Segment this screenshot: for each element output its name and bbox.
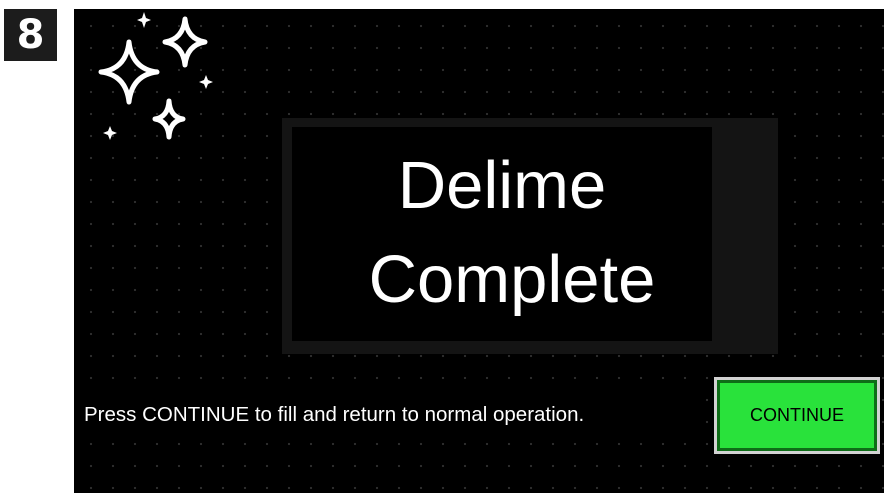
display-screen: Delime Complete Press CONTINUE to fill a… bbox=[74, 9, 884, 493]
status-title-line-1: Delime bbox=[397, 148, 607, 223]
status-title: Delime Complete bbox=[292, 127, 712, 341]
large-sparkle-icon bbox=[98, 39, 160, 105]
step-number-badge: 8 bbox=[4, 9, 57, 61]
tiny-sparkle-icon bbox=[103, 126, 117, 140]
status-title-line-2: Complete bbox=[368, 242, 656, 317]
tiny-sparkle-icon bbox=[199, 75, 213, 89]
small-sparkle-icon bbox=[152, 98, 186, 140]
continue-button[interactable]: CONTINUE bbox=[714, 377, 880, 454]
medium-sparkle-icon bbox=[162, 16, 208, 68]
instruction-text: Press CONTINUE to fill and return to nor… bbox=[74, 390, 704, 440]
tiny-sparkle-icon bbox=[137, 12, 151, 28]
sparkles-icon bbox=[98, 12, 213, 140]
